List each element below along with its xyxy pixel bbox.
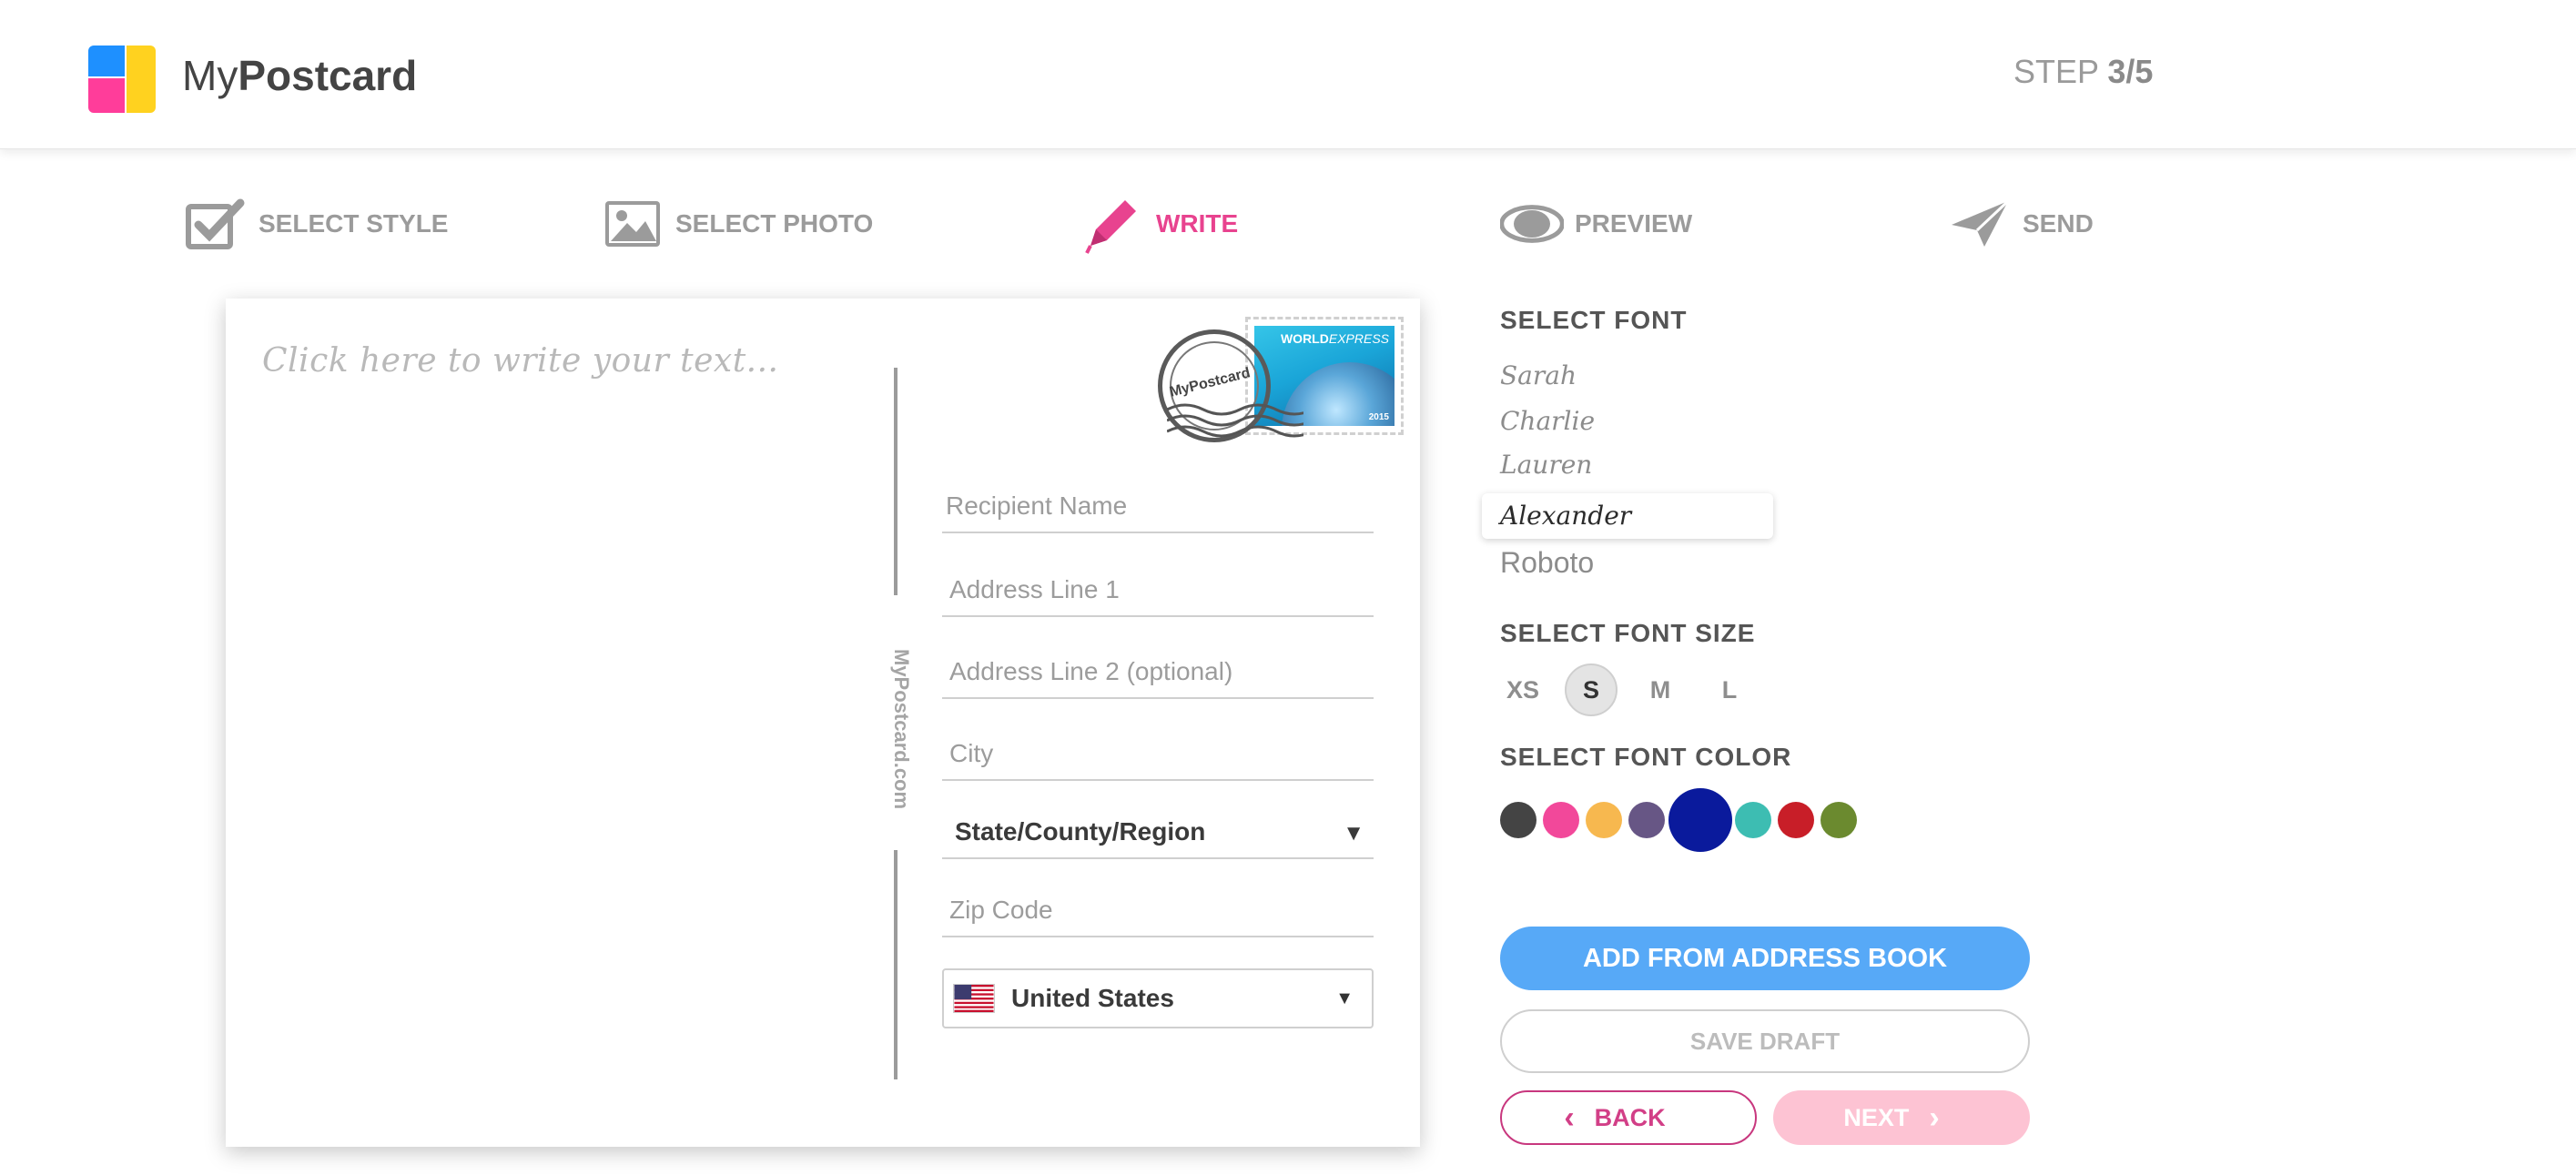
step-select-photo[interactable]: SELECT PHOTO bbox=[601, 193, 873, 255]
chevron-left-icon: ‹ bbox=[1564, 1100, 1575, 1135]
field-placeholder: Address Line 2 (optional) bbox=[949, 657, 1233, 685]
font-option-alexander[interactable]: Alexander bbox=[1482, 493, 1773, 539]
color-swatch-olive[interactable] bbox=[1820, 802, 1857, 838]
zip-code-field[interactable]: Zip Code bbox=[942, 890, 1374, 937]
field-placeholder: City bbox=[949, 739, 994, 767]
font-size-m[interactable]: M bbox=[1634, 663, 1687, 716]
top-header: MyPostcard STEP 3/5 bbox=[0, 0, 2576, 149]
color-swatch-purple[interactable] bbox=[1628, 802, 1665, 838]
chevron-down-icon: ▼ bbox=[1343, 821, 1364, 846]
postcard-back: Click here to write your text... MyPostc… bbox=[226, 299, 1420, 1147]
recipient-name-field[interactable]: Recipient Name bbox=[942, 486, 1374, 533]
color-swatch-pink[interactable] bbox=[1543, 802, 1579, 838]
back-button[interactable]: ‹ BACK bbox=[1500, 1090, 1757, 1145]
back-label: BACK bbox=[1594, 1103, 1666, 1131]
font-option-charlie[interactable]: Charlie bbox=[1500, 406, 1595, 436]
font-option-lauren[interactable]: Lauren bbox=[1500, 450, 1592, 480]
brand-name[interactable]: MyPostcard bbox=[182, 51, 417, 100]
step-label: SELECT PHOTO bbox=[675, 209, 874, 238]
step-send[interactable]: SEND bbox=[1948, 193, 2094, 255]
divider-line bbox=[894, 850, 898, 1079]
select-font-size-title: SELECT FONT SIZE bbox=[1500, 619, 1756, 647]
address-line-2-field[interactable]: Address Line 2 (optional) bbox=[942, 652, 1374, 699]
stamp: WORLDEXPRESS 2015 MyPostcard bbox=[1158, 317, 1404, 444]
step-label: PREVIEW bbox=[1575, 209, 1693, 238]
step-select-style[interactable]: SELECT STYLE bbox=[184, 193, 448, 255]
country-select[interactable]: United States ▼ bbox=[942, 968, 1374, 1028]
color-swatch-teal[interactable] bbox=[1735, 802, 1771, 838]
field-placeholder: Recipient Name bbox=[946, 491, 1128, 520]
select-font-title: SELECT FONT bbox=[1500, 306, 1688, 334]
add-from-address-book-button[interactable]: ADD FROM ADDRESS BOOK bbox=[1500, 927, 2030, 990]
color-swatch-orange[interactable] bbox=[1586, 802, 1622, 838]
city-field[interactable]: City bbox=[942, 734, 1374, 781]
color-swatch-red[interactable] bbox=[1778, 802, 1814, 838]
next-label: NEXT bbox=[1843, 1103, 1910, 1131]
vertical-brand-text: MyPostcard.com bbox=[890, 649, 913, 810]
state-select-label: State/County/Region bbox=[955, 817, 1206, 846]
font-size-l[interactable]: L bbox=[1703, 663, 1756, 716]
font-option-roboto[interactable]: Roboto bbox=[1500, 546, 1594, 580]
address-line-1-field[interactable]: Address Line 1 bbox=[942, 570, 1374, 617]
field-placeholder: Address Line 1 bbox=[949, 575, 1120, 603]
divider-line bbox=[894, 368, 898, 595]
step-label: SEND bbox=[2023, 209, 2094, 238]
postmark-waves-icon bbox=[1167, 403, 1303, 438]
step-preview[interactable]: PREVIEW bbox=[1500, 193, 1692, 255]
color-swatch-dark-gray[interactable] bbox=[1500, 802, 1536, 838]
field-placeholder: Zip Code bbox=[949, 896, 1053, 924]
font-size-xs[interactable]: XS bbox=[1496, 663, 1549, 716]
color-swatch-navy-selected[interactable] bbox=[1668, 788, 1732, 852]
paper-plane-icon bbox=[1948, 196, 2012, 252]
save-draft-button[interactable]: SAVE DRAFT bbox=[1500, 1009, 2030, 1073]
select-font-color-title: SELECT FONT COLOR bbox=[1500, 743, 1792, 771]
stamp-title: WORLDEXPRESS bbox=[1280, 331, 1389, 346]
us-flag-icon bbox=[953, 984, 995, 1013]
step-label: SELECT STYLE bbox=[259, 209, 449, 238]
step-label: WRITE bbox=[1156, 209, 1239, 238]
step-write[interactable]: WRITE bbox=[1081, 193, 1238, 255]
chevron-right-icon: › bbox=[1929, 1100, 1940, 1135]
chevron-down-icon: ▼ bbox=[1335, 988, 1354, 1008]
checkbox-icon bbox=[184, 196, 248, 252]
pencil-icon bbox=[1081, 196, 1145, 254]
step-indicator: STEP 3/5 bbox=[2013, 53, 2154, 90]
logo-icon[interactable] bbox=[88, 46, 156, 113]
state-select[interactable]: State/County/Region ▼ bbox=[942, 812, 1374, 859]
stamp-year: 2015 bbox=[1368, 412, 1389, 422]
country-label: United States bbox=[1011, 984, 1174, 1012]
message-text-area[interactable]: Click here to write your text... bbox=[262, 342, 1063, 415]
font-size-s[interactable]: S bbox=[1565, 663, 1618, 716]
photo-icon bbox=[601, 196, 664, 252]
next-button[interactable]: NEXT › bbox=[1773, 1090, 2030, 1145]
font-option-sarah[interactable]: Sarah bbox=[1500, 360, 1577, 390]
eye-icon bbox=[1500, 196, 1564, 252]
